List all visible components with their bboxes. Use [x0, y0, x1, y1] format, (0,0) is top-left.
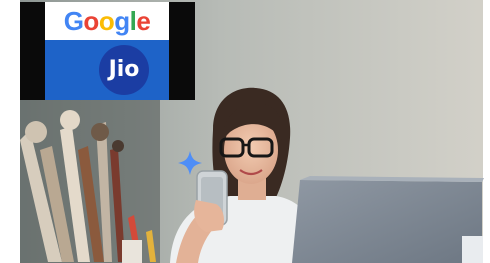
right-margin [483, 0, 490, 263]
cup [122, 240, 142, 263]
google-letter: g [114, 6, 130, 36]
jio-logo-text: Jio [108, 57, 140, 82]
left-margin [0, 0, 20, 263]
google-letter: G [63, 6, 84, 36]
image-frame: Google Jio [0, 0, 490, 263]
google-letter: o [83, 6, 99, 36]
google-letter: e [136, 6, 151, 36]
google-logo: Google [45, 6, 169, 36]
logo-panel: Google Jio [20, 2, 195, 100]
laptop [292, 176, 484, 263]
google-letter: o [98, 6, 115, 36]
